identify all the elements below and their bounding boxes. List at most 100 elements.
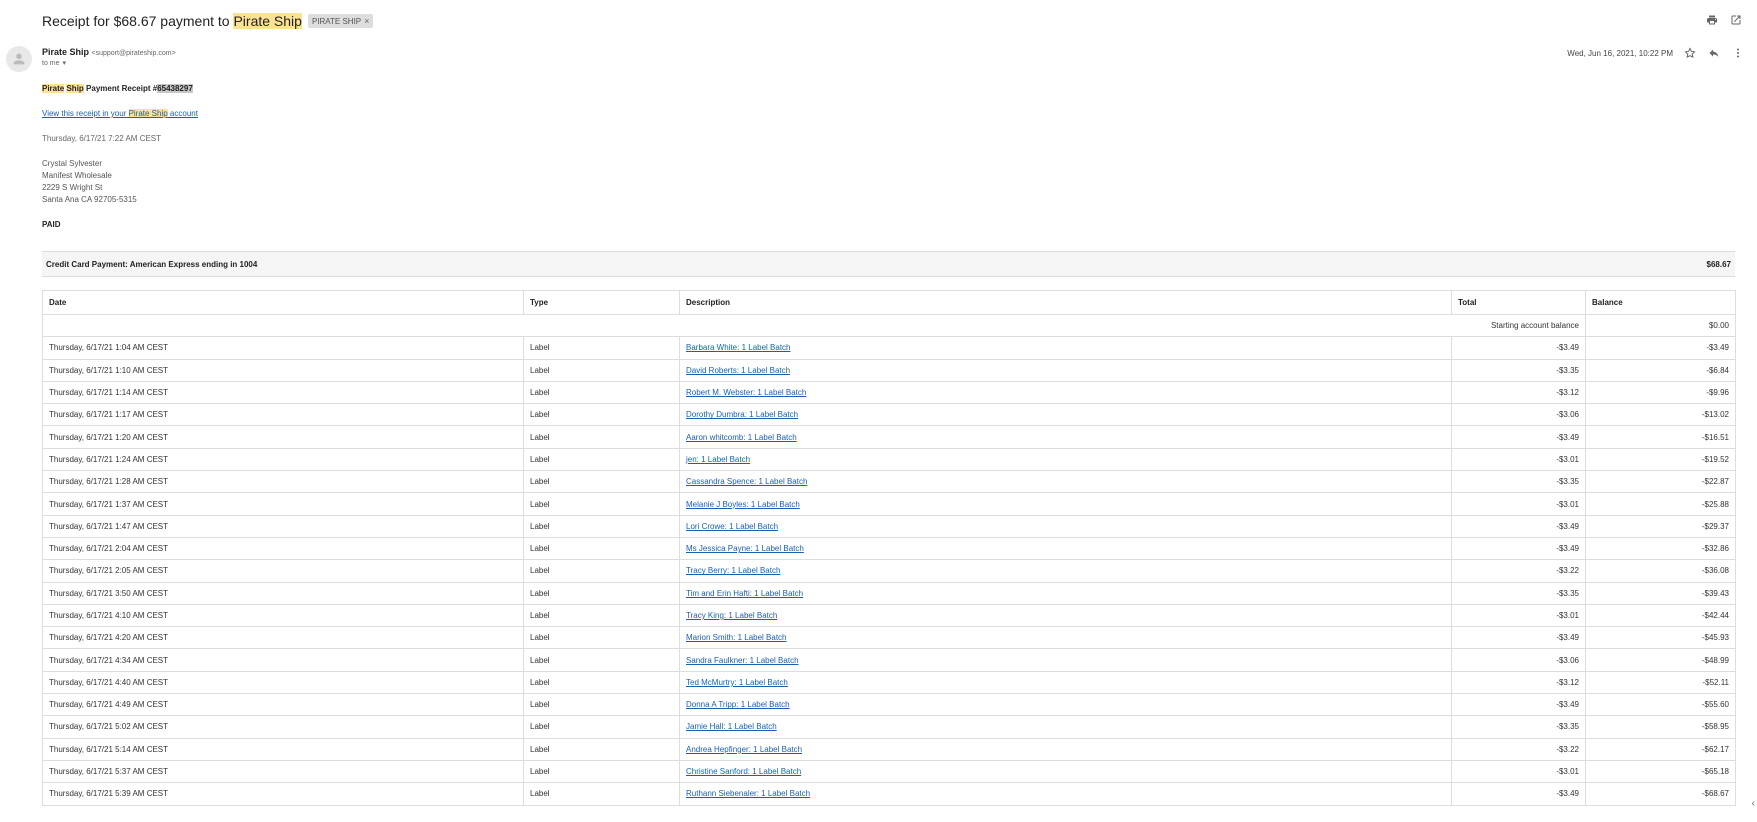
cell-type: Label	[523, 670, 680, 695]
batch-link[interactable]: Robert M. Webster: 1 Label Batch	[686, 388, 806, 397]
table-row: Thursday, 6/17/21 1:10 AM CEST Label David…	[42, 358, 1736, 382]
cell-type: Label	[523, 536, 680, 561]
batch-link[interactable]: Andrea Hepfinger: 1 Label Batch	[686, 745, 802, 754]
batch-link[interactable]: Cassandra Spence: 1 Label Batch	[686, 477, 807, 486]
sender-avatar[interactable]	[6, 46, 32, 72]
billing-address: Crystal Sylvester Manifest Wholesale 222…	[42, 158, 137, 206]
cell-total: -$3.01	[1451, 603, 1586, 628]
cell-date: Thursday, 6/17/21 5:39 AM CEST	[42, 782, 524, 806]
print-icon[interactable]	[1705, 13, 1719, 27]
receipt-number: 65438297	[157, 84, 193, 93]
table-row: Thursday, 6/17/21 2:04 AM CEST Label Ms Je…	[42, 536, 1736, 561]
cell-total: -$3.35	[1451, 358, 1586, 382]
cell-description: Tracy King: 1 Label Batch	[679, 603, 1452, 628]
cell-description: Ruthann Siebenaler: 1 Label Batch	[679, 782, 1452, 806]
table-row: Thursday, 6/17/21 1:20 AM CEST Label Aaron…	[42, 425, 1736, 449]
cell-type: Label	[523, 626, 680, 650]
cell-balance: -$36.08	[1585, 559, 1736, 583]
chevron-left-icon[interactable]: ‹	[1752, 798, 1755, 809]
cell-type: Label	[523, 492, 680, 516]
cell-total: -$3.06	[1451, 403, 1586, 427]
starting-balance-value: $0.00	[1585, 313, 1736, 338]
batch-link[interactable]: Ted McMurtry: 1 Label Batch	[686, 678, 788, 687]
batch-link[interactable]: Marion Smith: 1 Label Batch	[686, 633, 787, 642]
batch-link[interactable]: David Roberts: 1 Label Batch	[686, 366, 790, 375]
cell-description: Tracy Berry: 1 Label Batch	[679, 559, 1452, 583]
cell-balance: -$29.37	[1585, 514, 1736, 538]
cell-total: -$3.49	[1451, 425, 1586, 449]
cell-type: Label	[523, 559, 680, 583]
cell-balance: -$22.87	[1585, 470, 1736, 494]
label-chip[interactable]: PIRATE SHIP ×	[307, 14, 374, 28]
cell-description: Ted McMurtry: 1 Label Batch	[679, 670, 1452, 695]
table-row: Thursday, 6/17/21 5:14 AM CEST Label Andre…	[42, 737, 1736, 761]
cell-description: David Roberts: 1 Label Batch	[679, 358, 1452, 382]
star-icon[interactable]	[1683, 46, 1697, 60]
cell-balance: -$3.49	[1585, 336, 1736, 360]
cell-total: -$3.49	[1451, 693, 1586, 717]
remove-label-icon[interactable]: ×	[364, 16, 369, 26]
cell-date: Thursday, 6/17/21 5:37 AM CEST	[42, 759, 524, 784]
chevron-down-icon[interactable]: ▾	[63, 59, 67, 67]
table-row: Thursday, 6/17/21 1:04 AM CEST Label Barba…	[42, 336, 1736, 360]
cell-balance: -$6.84	[1585, 358, 1736, 382]
cell-date: Thursday, 6/17/21 4:34 AM CEST	[42, 648, 524, 672]
batch-link[interactable]: Dorothy Dumbra: 1 Label Batch	[686, 410, 798, 419]
batch-link[interactable]: Ms Jessica Payne: 1 Label Batch	[686, 544, 804, 553]
open-in-new-window-icon[interactable]	[1729, 13, 1743, 27]
cell-type: Label	[523, 737, 680, 761]
cell-balance: -$39.43	[1585, 581, 1736, 605]
cell-description: Sandra Faulkner: 1 Label Batch	[679, 648, 1452, 672]
receipt-title: Pirate Ship Payment Receipt #65438297	[42, 84, 193, 93]
recipient-line[interactable]: to me ▾	[42, 59, 67, 68]
cell-type: Label	[523, 425, 680, 449]
batch-link[interactable]: Tracy Berry: 1 Label Batch	[686, 566, 780, 575]
cell-date: Thursday, 6/17/21 4:40 AM CEST	[42, 670, 524, 695]
cell-description: Tim and Erin Hafti: 1 Label Batch	[679, 581, 1452, 605]
column-header-date: Date	[42, 290, 524, 315]
cell-description: Jamie Hall: 1 Label Batch	[679, 715, 1452, 739]
reply-icon[interactable]	[1707, 46, 1721, 60]
cell-balance: -$42.44	[1585, 603, 1736, 628]
batch-link[interactable]: Donna A Tripp: 1 Label Batch	[686, 700, 790, 709]
batch-link[interactable]: jen: 1 Label Batch	[686, 455, 750, 464]
address-line: Crystal Sylvester	[42, 159, 103, 168]
table-row: Thursday, 6/17/21 4:10 AM CEST Label Tracy…	[42, 603, 1736, 628]
batch-link[interactable]: Ruthann Siebenaler: 1 Label Batch	[686, 789, 810, 798]
batch-link[interactable]: Aaron whitcomb: 1 Label Batch	[686, 433, 797, 442]
view-receipt-link[interactable]: View this receipt in your Pirate Ship ac…	[42, 109, 198, 118]
cell-description: Christine Sanford: 1 Label Batch	[679, 759, 1452, 784]
table-row: Thursday, 6/17/21 1:24 AM CEST Label jen: …	[42, 447, 1736, 472]
cell-balance: -$48.99	[1585, 648, 1736, 672]
more-vertical-icon[interactable]	[1731, 46, 1745, 60]
cell-total: -$3.49	[1451, 514, 1586, 538]
address-line: 2229 S Wright St	[42, 183, 103, 192]
table-row: Thursday, 6/17/21 1:37 AM CEST Label Melan…	[42, 492, 1736, 516]
table-row: Thursday, 6/17/21 4:49 AM CEST Label Donna…	[42, 693, 1736, 717]
cell-type: Label	[523, 403, 680, 427]
cell-total: -$3.22	[1451, 737, 1586, 761]
payment-amount: $68.67	[1706, 259, 1731, 269]
cell-total: -$3.01	[1451, 492, 1586, 516]
batch-link[interactable]: Sandra Faulkner: 1 Label Batch	[686, 656, 799, 665]
email-subject: Receipt for $68.67 payment to Pirate Shi…	[42, 13, 302, 29]
cell-balance: -$55.60	[1585, 693, 1736, 717]
cell-total: -$3.35	[1451, 581, 1586, 605]
cell-balance: -$25.88	[1585, 492, 1736, 516]
batch-link[interactable]: Tim and Erin Hafti: 1 Label Batch	[686, 589, 803, 598]
sender-name[interactable]: Pirate Ship	[42, 47, 89, 57]
cell-description: jen: 1 Label Batch	[679, 447, 1452, 472]
cell-type: Label	[523, 470, 680, 494]
batch-link[interactable]: Tracy King: 1 Label Batch	[686, 611, 777, 620]
batch-link[interactable]: Melanie J Boyles: 1 Label Batch	[686, 500, 800, 509]
batch-link[interactable]: Jamie Hall: 1 Label Batch	[686, 722, 777, 731]
table-row: Thursday, 6/17/21 4:34 AM CEST Label Sandr…	[42, 648, 1736, 672]
transactions-table: Date Type Description Total Balance Star…	[42, 290, 1736, 806]
cell-balance: -$32.86	[1585, 536, 1736, 561]
batch-link[interactable]: Lori Crowe: 1 Label Batch	[686, 522, 778, 531]
sender-email: <support@pirateship.com>	[91, 50, 176, 57]
batch-link[interactable]: Barbara White: 1 Label Batch	[686, 343, 791, 352]
cell-type: Label	[523, 358, 680, 382]
cell-balance: -$65.18	[1585, 759, 1736, 784]
batch-link[interactable]: Christine Sanford: 1 Label Batch	[686, 767, 801, 776]
